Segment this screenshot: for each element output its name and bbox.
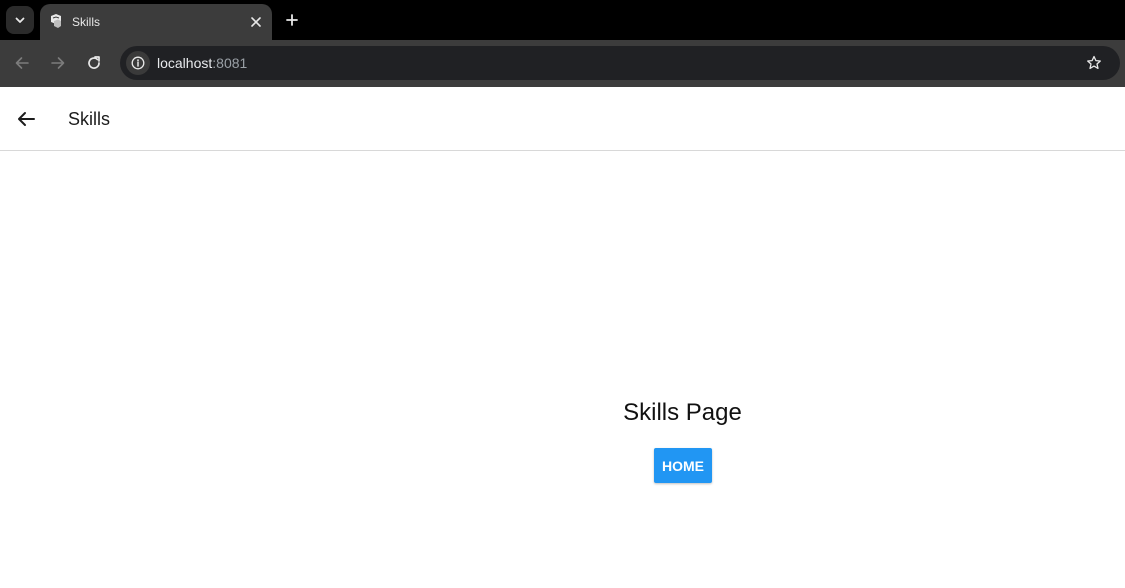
address-bar[interactable]: localhost:8081	[120, 46, 1120, 80]
reload-icon	[88, 56, 100, 69]
tab-title: Skills	[72, 15, 101, 29]
chevron-down-icon	[15, 17, 25, 23]
plus-icon	[286, 14, 298, 26]
tab-search-button[interactable]	[6, 6, 34, 34]
main-content: Skills Page HOME	[0, 151, 1125, 588]
reload-button[interactable]	[82, 51, 106, 75]
new-tab-button[interactable]	[280, 8, 304, 32]
page-heading: Skills Page	[623, 399, 742, 426]
site-info-button[interactable]	[126, 51, 150, 75]
star-icon	[1087, 55, 1101, 70]
close-icon	[251, 17, 261, 27]
browser-tabstrip: Skills	[0, 0, 1125, 40]
bookmark-button[interactable]	[1083, 52, 1105, 74]
url-port: :8081	[212, 55, 248, 71]
app-favicon-icon	[51, 14, 61, 28]
browser-toolbar: localhost:8081	[0, 40, 1125, 87]
url-host: localhost	[157, 55, 213, 71]
forward-nav-button[interactable]	[46, 51, 70, 75]
browser-tab-active[interactable]: Skills	[40, 4, 272, 40]
tab-close-button[interactable]	[246, 12, 266, 32]
header-title: Skills	[68, 109, 111, 129]
home-button[interactable]: HOME	[654, 448, 712, 483]
info-icon	[131, 56, 145, 70]
app-header: Skills	[0, 87, 1125, 151]
header-back-button[interactable]	[12, 105, 40, 133]
arrow-left-icon	[15, 57, 29, 69]
back-nav-button[interactable]	[10, 51, 34, 75]
address-url[interactable]: localhost:8081	[157, 55, 247, 71]
arrow-right-icon	[51, 57, 65, 69]
arrow-left-icon	[18, 112, 35, 126]
